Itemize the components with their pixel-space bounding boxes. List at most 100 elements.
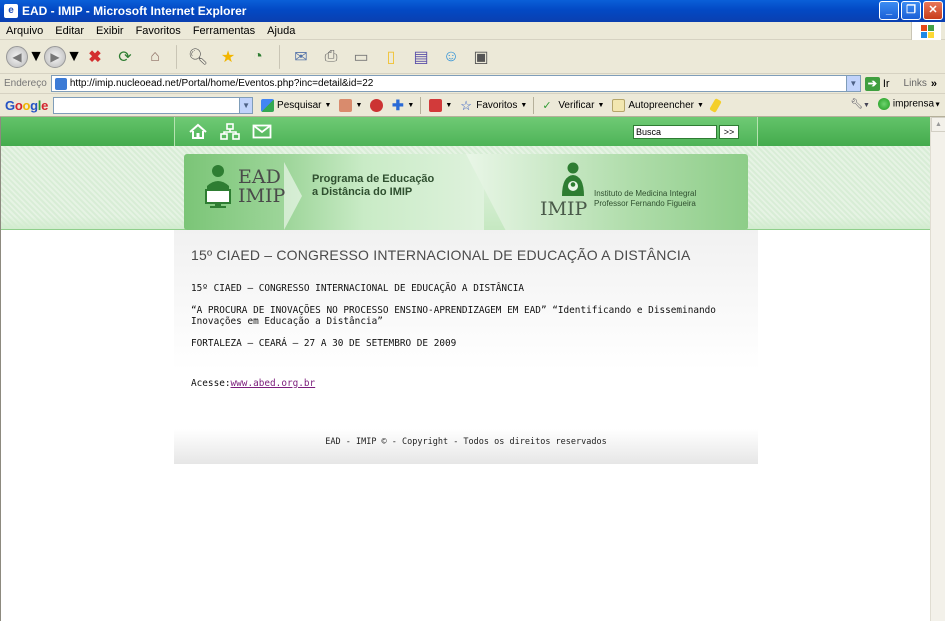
home-nav-icon[interactable] [188, 123, 208, 140]
ead-logo-line2: IMIP [238, 185, 286, 207]
discuss-icon[interactable]: ▯ [378, 44, 404, 70]
site-footer: EAD - IMIP © - Copyright - Todos os dire… [174, 429, 758, 464]
highlight-button[interactable] [709, 97, 722, 113]
menu-ajuda[interactable]: Ajuda [261, 25, 301, 37]
ie-app-icon: e [4, 4, 18, 18]
google-search-dropdown-icon[interactable]: ▼ [239, 97, 253, 113]
google-search-icon [261, 98, 275, 112]
forward-dropdown-icon[interactable]: ▼ [66, 44, 82, 70]
history-icon[interactable]: ◔ [245, 44, 271, 70]
mail-nav-icon[interactable] [252, 123, 272, 140]
abed-link[interactable]: www.abed.org.br [231, 378, 316, 389]
pagerank-icon [429, 98, 443, 112]
institute-name: Instituto de Medicina Integral Professor… [594, 189, 696, 209]
mail-icon[interactable]: ✉ [288, 44, 314, 70]
go-label: Ir [882, 77, 890, 90]
vertical-scrollbar[interactable]: ▲ [930, 117, 945, 621]
site-search-button[interactable]: >> [719, 125, 739, 139]
address-dropdown-icon[interactable]: ▼ [845, 76, 860, 91]
google-toolbar: Google ▼ Pesquisar ▼ ▼ ✚ ▼ ▼ ☆ Favoritos ▼ ✓… [0, 94, 945, 117]
autofill-icon [612, 98, 626, 112]
back-dropdown-icon[interactable]: ▼ [28, 44, 44, 70]
back-icon[interactable]: ◀ [6, 45, 28, 68]
go-arrow-icon: ➔ [864, 76, 880, 91]
window-title: EAD - IMIP - Microsoft Internet Explorer [22, 4, 247, 18]
address-url[interactable]: http://imip.nucleoead.net/Portal/home/Ev… [70, 78, 374, 89]
search-icon[interactable]: 🔍︎ [185, 44, 211, 70]
close-button[interactable]: ✕ [923, 1, 943, 20]
menu-editar[interactable]: Editar [49, 25, 90, 37]
autopreencher-button[interactable]: Autopreencher ▼ [612, 98, 704, 112]
ead-logo-text: EAD IMIP [238, 168, 285, 206]
banner-chevron [284, 162, 302, 230]
verificar-label: Verificar [558, 99, 595, 111]
address-bar: Endereço http://imip.nucleoead.net/Porta… [0, 74, 945, 94]
green-status-icon [877, 98, 890, 110]
stop-icon[interactable]: ✖ [82, 44, 108, 70]
footer-copyright: EAD - IMIP © - Copyright - Todos os dire… [325, 437, 607, 447]
links-chevron-icon[interactable]: » [931, 78, 937, 90]
minimize-button[interactable]: _ [879, 1, 899, 20]
messenger-icon[interactable]: ☺ [438, 44, 464, 70]
pagerank-button[interactable]: ▼ [429, 98, 452, 112]
program-title-line1: Programa de Educação [312, 173, 435, 185]
menu-exibir[interactable]: Exibir [90, 25, 130, 37]
toolbar-separator [176, 44, 177, 69]
address-label: Endereço [4, 78, 47, 89]
access-line: Acesse:www.abed.org.br [191, 378, 741, 389]
pesquisar-button[interactable]: Pesquisar ▼ [261, 98, 331, 112]
event-location-date-text: FORTALEZA – CEARÁ – 27 A 30 DE SETEMBRO … [191, 338, 457, 349]
program-title-line2: a Distância do IMIP [312, 186, 413, 198]
address-input[interactable]: http://imip.nucleoead.net/Portal/home/Ev… [50, 75, 861, 92]
site-search-input[interactable]: Busca [633, 125, 717, 139]
page-icon [54, 77, 67, 90]
forward-icon[interactable]: ▶ [44, 45, 66, 68]
popup-blocker-icon [370, 98, 384, 112]
scroll-up-icon[interactable]: ▲ [931, 117, 945, 132]
verificar-button[interactable]: ✓ Verificar ▼ [542, 99, 604, 112]
bookmark-star-icon: ☆ [460, 97, 472, 113]
favorites-star-icon[interactable]: ★ [215, 44, 241, 70]
imprensa-button[interactable]: imprensa▼ [877, 98, 941, 110]
institute-line1: Instituto de Medicina Integral [594, 189, 697, 198]
print-icon[interactable]: ⎙ [318, 44, 344, 70]
event-theme-text: “A PROCURA DE INOVAÇÕES NO PROCESSO ENSI… [191, 305, 716, 327]
access-label: Acesse: [191, 378, 231, 389]
research-icon[interactable]: ▤ [408, 44, 434, 70]
restore-button[interactable]: ❐ [901, 1, 921, 20]
site-navbar: Busca >> [174, 117, 758, 146]
popup-blocker-button[interactable] [370, 98, 384, 112]
refresh-icon[interactable]: ⟳ [112, 44, 138, 70]
news-icon [339, 98, 353, 112]
spellcheck-icon: ✓ [542, 99, 552, 112]
google-separator [420, 96, 422, 114]
title-bar: e EAD - IMIP - Microsoft Internet Explor… [0, 0, 945, 22]
menu-favoritos[interactable]: Favoritos [130, 25, 187, 37]
edit-icon[interactable]: ▭ [348, 44, 374, 70]
home-icon[interactable]: ⌂ [142, 44, 168, 70]
media-icon[interactable]: ▣ [468, 44, 494, 70]
google-search-input[interactable]: ▼ [53, 96, 254, 114]
menu-ferramentas[interactable]: Ferramentas [187, 25, 261, 37]
wrench-settings-icon[interactable]: 🔧︎▼ [850, 99, 870, 110]
pesquisar-label: Pesquisar [277, 99, 322, 111]
menu-arquivo[interactable]: Arquivo [0, 25, 49, 37]
toolbar-separator [279, 44, 280, 69]
ead-person-computer-icon [205, 165, 231, 208]
highlighter-icon [709, 97, 722, 113]
event-description: 15º CIAED – CONGRESSO INTERNACIONAL DE E… [191, 283, 741, 400]
news-button[interactable]: ▼ [339, 98, 362, 112]
plus-button[interactable]: ✚ ▼ [391, 98, 414, 112]
windows-logo-icon [911, 22, 941, 40]
sitemap-nav-icon[interactable] [220, 123, 240, 140]
institute-line2: Professor Fernando Figueira [594, 199, 696, 208]
menu-bar: Arquivo Editar Exibir Favoritos Ferramen… [0, 22, 945, 40]
program-title: Programa de Educação a Distância do IMIP [312, 173, 434, 199]
google-logo[interactable]: Google [0, 98, 53, 113]
favoritos-button[interactable]: ☆ Favoritos ▼ [460, 99, 527, 112]
imip-mother-child-icon [562, 162, 584, 196]
links-label[interactable]: Links [904, 78, 927, 89]
page-title: 15º CIAED – CONGRESSO INTERNACIONAL DE E… [191, 247, 691, 263]
favoritos-label: Favoritos [476, 99, 518, 111]
go-button[interactable]: ➔ Ir [864, 76, 890, 91]
